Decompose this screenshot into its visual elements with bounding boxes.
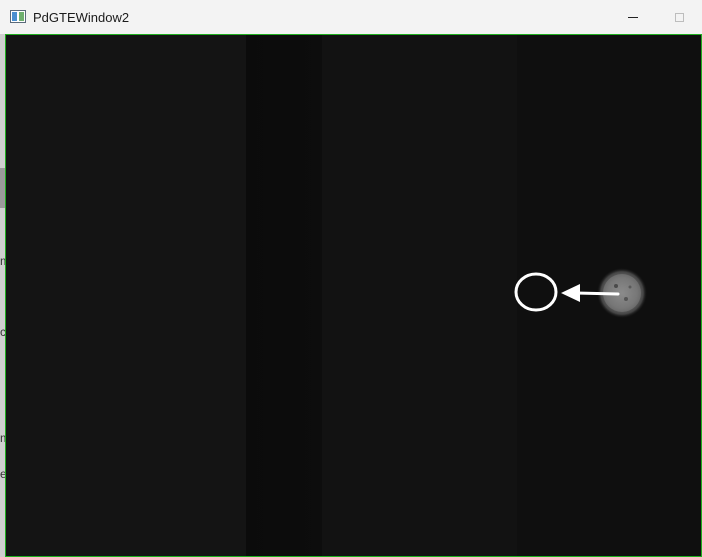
camera-view[interactable] bbox=[5, 34, 702, 557]
scene-panel-left bbox=[6, 35, 246, 556]
app-window: PdGTEWindow2 m c m e bbox=[0, 0, 702, 557]
camera-image bbox=[6, 35, 701, 556]
scene-dark-band bbox=[246, 35, 322, 556]
title-bar[interactable]: PdGTEWindow2 bbox=[0, 0, 702, 34]
minimize-icon bbox=[628, 16, 638, 18]
maximize-button[interactable] bbox=[656, 0, 702, 34]
scene-panel-middle bbox=[322, 35, 517, 556]
window-title: PdGTEWindow2 bbox=[33, 10, 130, 25]
minimize-button[interactable] bbox=[610, 0, 656, 34]
window-app-icon bbox=[10, 10, 26, 23]
maximize-icon bbox=[674, 12, 684, 22]
